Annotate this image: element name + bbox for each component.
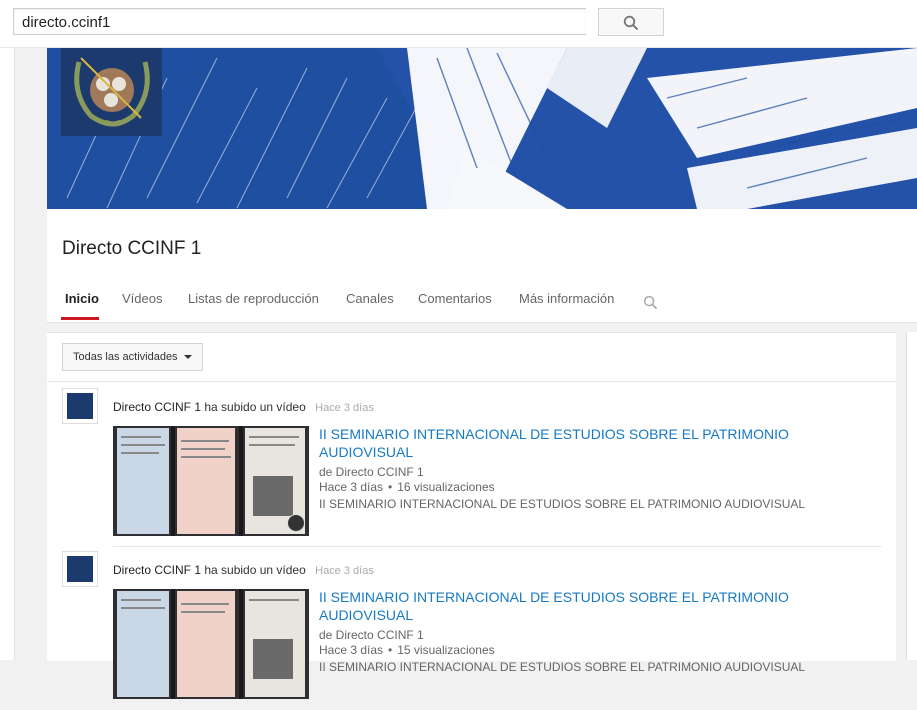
- video-stats: Hace 3 días • 16 visualizaciones: [319, 480, 495, 494]
- video-thumbnail[interactable]: [113, 589, 309, 699]
- activity-line: Directo CCINF 1 ha subido un vídeo Hace …: [113, 400, 374, 414]
- activity-filter-dropdown[interactable]: Todas las actividades: [62, 343, 203, 371]
- channel-title: Directo CCINF 1: [62, 238, 202, 259]
- active-tab-indicator: [61, 317, 99, 320]
- activity-line: Directo CCINF 1 ha subido un vídeo Hace …: [113, 563, 374, 577]
- channel-search-icon[interactable]: [643, 295, 658, 310]
- video-owner[interactable]: de Directo CCINF 1: [319, 465, 424, 479]
- video-stats: Hace 3 días • 15 visualizaciones: [319, 643, 495, 657]
- tab-channels[interactable]: Canales: [346, 291, 394, 322]
- avatar[interactable]: [62, 388, 98, 424]
- search-input[interactable]: directo.ccinf1: [13, 8, 586, 35]
- channel-tabs: Inicio Vídeos Listas de reproducción Can…: [47, 291, 917, 322]
- video-title-link[interactable]: II SEMINARIO INTERNACIONAL DE ESTUDIOS S…: [319, 588, 789, 624]
- feed-item: Directo CCINF 1 ha subido un vídeo Hace …: [47, 547, 896, 710]
- clock-icon[interactable]: [287, 514, 305, 532]
- video-thumbnail[interactable]: [113, 426, 309, 536]
- video-description: II SEMINARIO INTERNACIONAL DE ESTUDIOS S…: [319, 497, 806, 511]
- view-count: 15 visualizaciones: [397, 643, 495, 657]
- filter-label: Todas las actividades: [73, 351, 178, 363]
- caret-down-icon: [184, 355, 192, 359]
- divider: [47, 381, 896, 382]
- avatar[interactable]: [62, 551, 98, 587]
- guide-gutter: [0, 48, 15, 660]
- activity-action: ha subido un vídeo: [204, 400, 306, 414]
- activity-time: Hace 3 días: [315, 565, 374, 577]
- feed-item: Directo CCINF 1 ha subido un vídeo Hace …: [47, 384, 896, 547]
- tab-discussion[interactable]: Comentarios: [418, 291, 492, 322]
- channel-logo[interactable]: [61, 48, 162, 136]
- video-description: II SEMINARIO INTERNACIONAL DE ESTUDIOS S…: [319, 660, 806, 674]
- search-button[interactable]: [598, 8, 664, 36]
- tab-videos[interactable]: Vídeos: [122, 291, 162, 322]
- video-owner[interactable]: de Directo CCINF 1: [319, 628, 424, 642]
- search-icon: [623, 15, 639, 31]
- masthead: directo.ccinf1: [0, 0, 917, 48]
- sidebar-edge: [906, 332, 917, 660]
- video-title-link[interactable]: II SEMINARIO INTERNACIONAL DE ESTUDIOS S…: [319, 425, 789, 461]
- uploader-link[interactable]: Directo CCINF 1: [113, 400, 201, 414]
- video-age: Hace 3 días: [319, 480, 384, 494]
- tab-about[interactable]: Más información: [519, 291, 614, 322]
- channel-banner: [47, 48, 917, 209]
- channel-header: Directo CCINF 1 Inicio Vídeos Listas de …: [47, 209, 917, 323]
- tab-playlists[interactable]: Listas de reproducción: [188, 291, 319, 322]
- view-count: 16 visualizaciones: [397, 480, 495, 494]
- uploader-link[interactable]: Directo CCINF 1: [113, 563, 201, 577]
- video-age: Hace 3 días: [319, 643, 384, 657]
- activity-action: ha subido un vídeo: [204, 563, 306, 577]
- activity-feed: Todas las actividades Directo CCINF 1 ha…: [47, 332, 896, 699]
- activity-time: Hace 3 días: [315, 402, 374, 414]
